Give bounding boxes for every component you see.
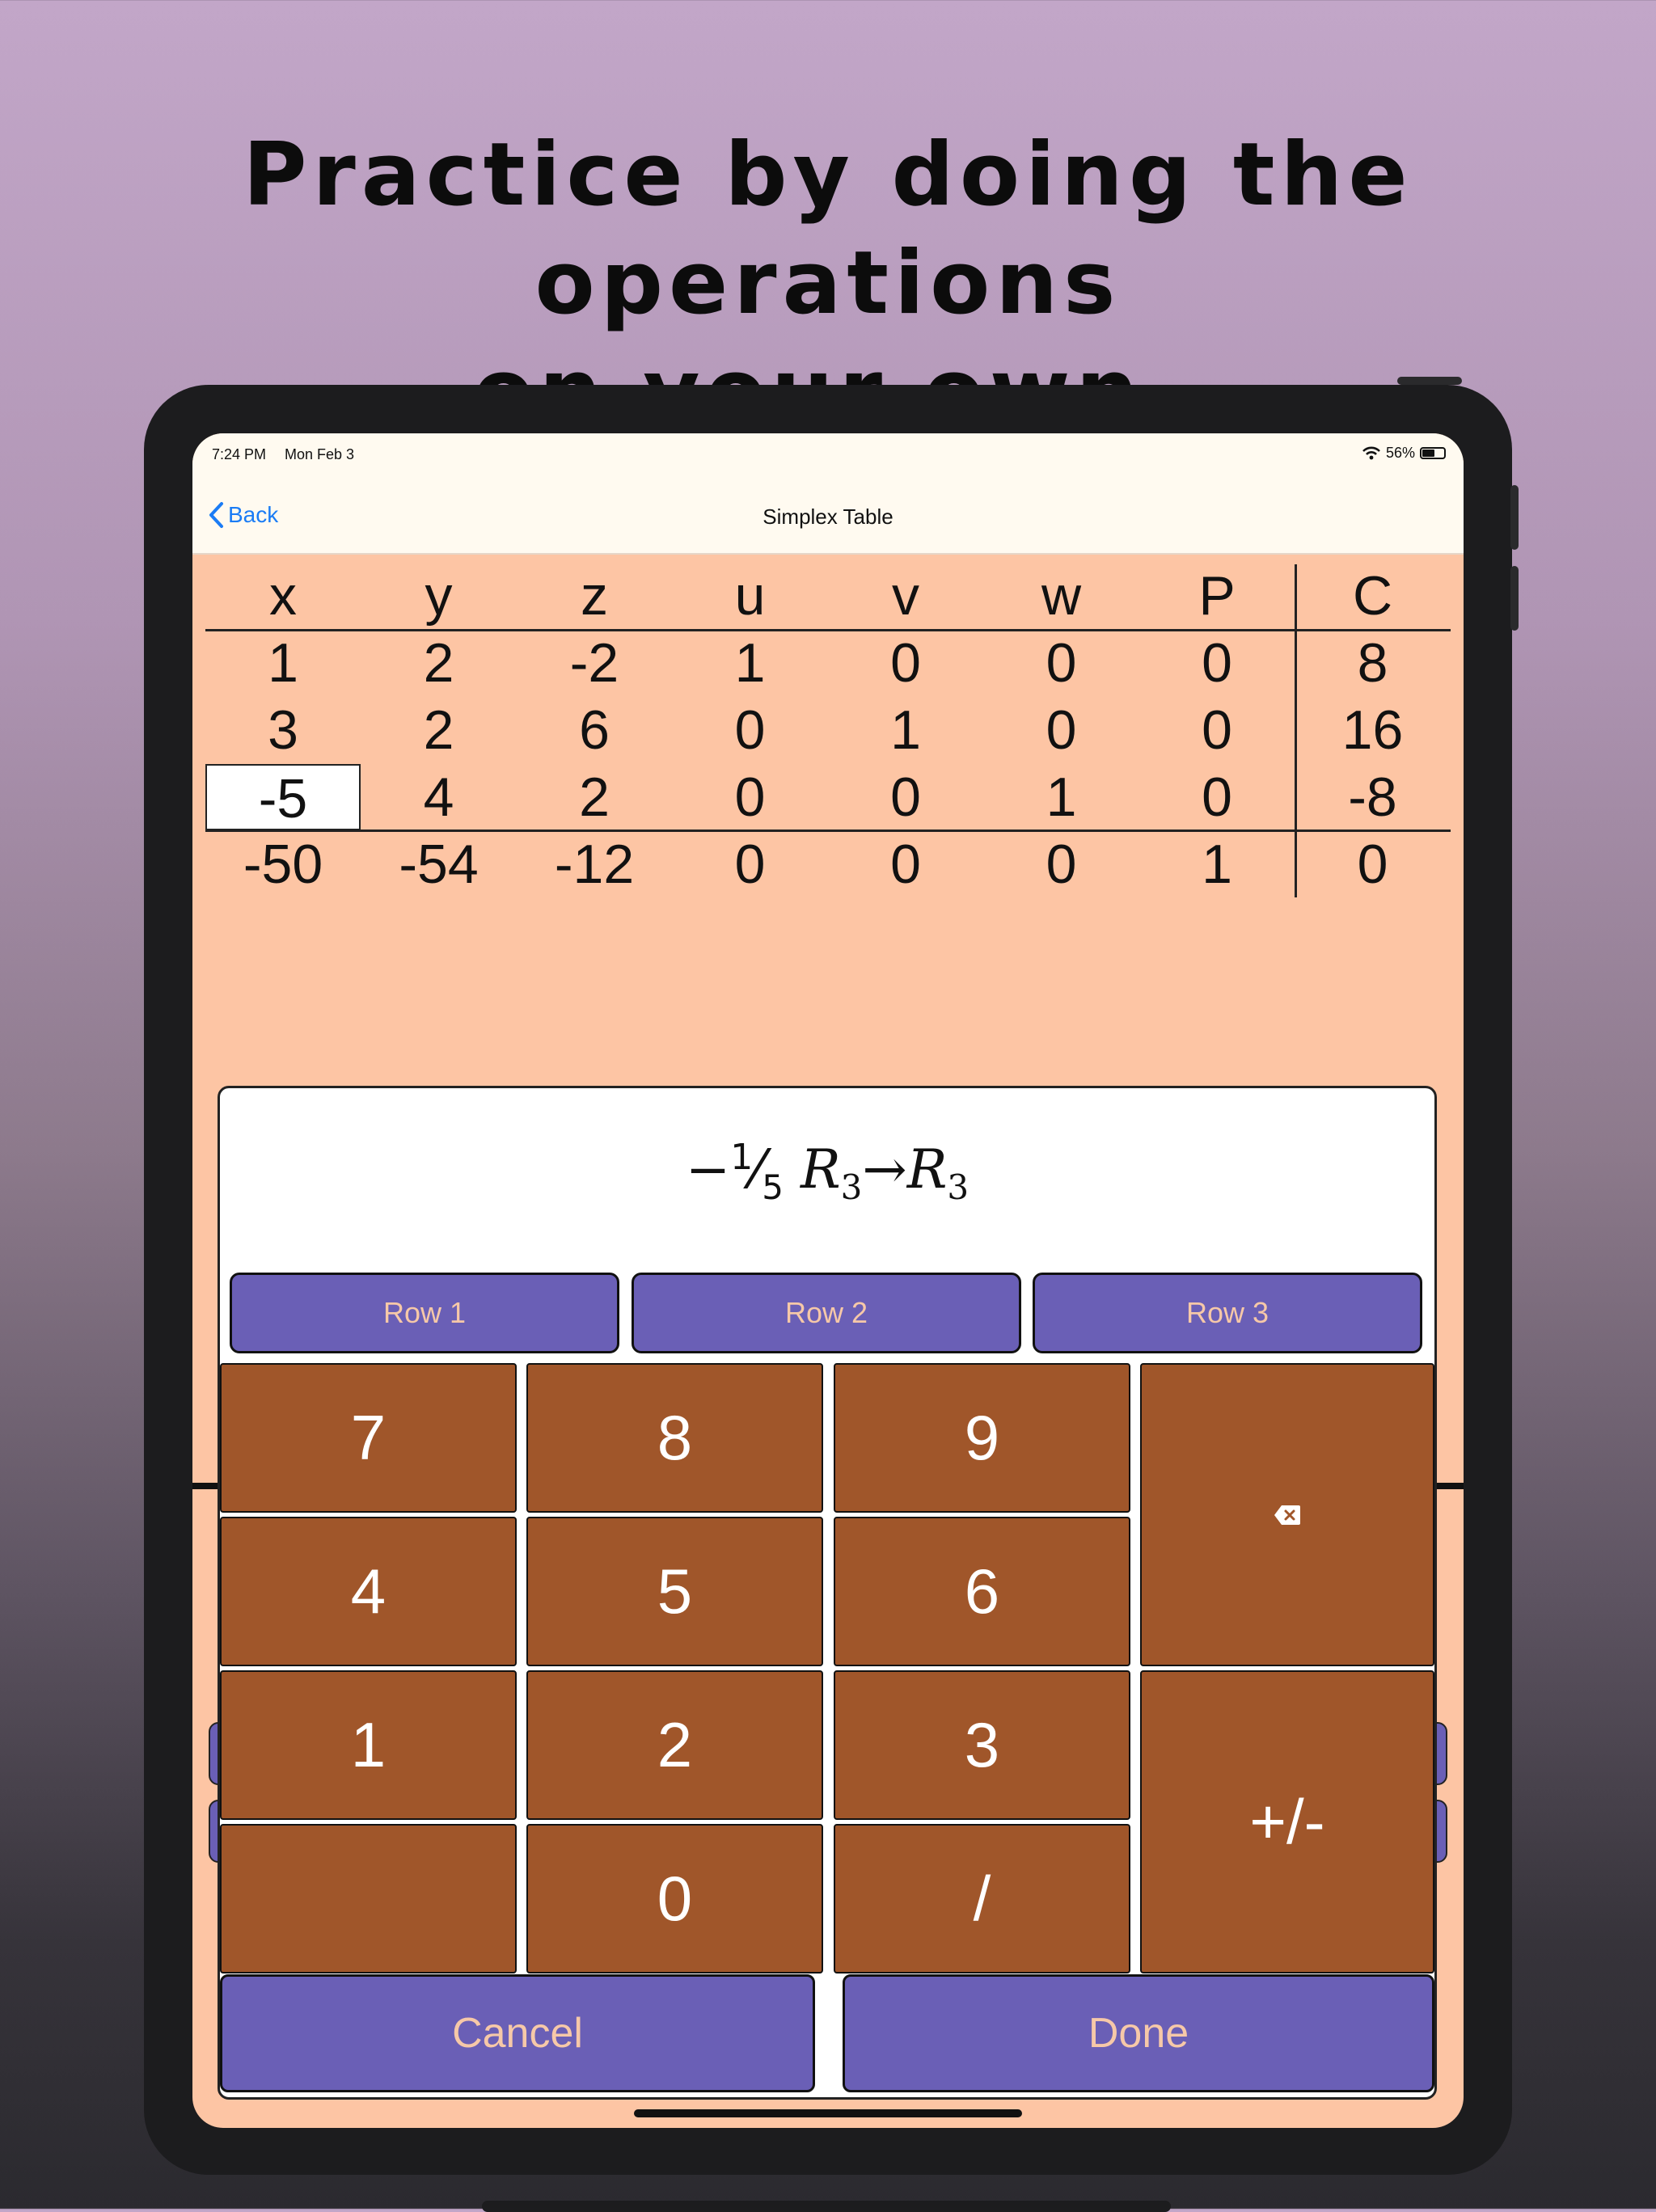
tableau-cell[interactable]: 0 [1295,831,1451,897]
tableau-cell[interactable]: 1 [205,630,361,696]
row-1-button[interactable]: Row 1 [230,1273,619,1353]
home-indicator [634,2109,1022,2117]
tableau-cell[interactable]: 0 [1139,697,1295,763]
tableau-cell[interactable]: 2 [517,764,672,830]
operation-formula: −1⁄5 R3→R3 [220,1137,1434,1207]
tableau-cell[interactable]: -8 [1295,764,1451,830]
tableau-header-3: u [734,565,766,627]
tableau-cell[interactable]: 1 [828,697,983,763]
formula-target-sub: 3 [947,1167,970,1208]
tableau-cell[interactable]: 0 [828,764,983,830]
tableau-cell[interactable]: -12 [517,831,672,897]
key-3[interactable]: 3 [834,1670,1130,1820]
tableau-cell[interactable]: 0 [1139,630,1295,696]
status-date: Mon Feb 3 [285,446,355,462]
page-title: Simplex Table [763,504,893,529]
underlying-bar-left [192,1483,218,1489]
tableau-cell[interactable]: 0 [828,831,983,897]
tableau-cell[interactable]: 16 [1295,697,1451,763]
tableau-cell[interactable]: 1 [984,764,1139,830]
key-4[interactable]: 4 [220,1517,517,1666]
battery-icon [1420,447,1446,459]
tableau-cell[interactable]: 0 [1139,764,1295,830]
formula-target-var: R [906,1138,948,1201]
key-5[interactable]: 5 [526,1517,823,1666]
constants-divider [1294,564,1297,897]
navigation-bar: Back Simplex Table [192,480,1464,555]
row-operation-panel: −1⁄5 R3→R3 Row 1 Row 2 Row 3 7 8 9 4 5 6… [218,1086,1437,2100]
tableau-cell[interactable]: -54 [361,831,517,897]
tableau-cell[interactable]: -50 [205,831,361,897]
tableau-cell[interactable]: 2 [361,630,517,696]
device-bottom-edge [482,2201,1171,2212]
tableau-cell[interactable]: 0 [673,697,828,763]
blank-key[interactable] [220,1824,517,1973]
tableau-cell[interactable]: 2 [361,697,517,763]
formula-denominator: 5 [762,1167,784,1208]
tableau-cell[interactable]: 0 [828,630,983,696]
slash-key[interactable]: / [834,1824,1130,1973]
backspace-key[interactable] [1140,1363,1434,1666]
tableau-cell-selected[interactable]: -5 [205,764,361,830]
objective-divider [205,830,1451,832]
plus-minus-key[interactable]: +/- [1140,1670,1434,1973]
tableau-cell[interactable]: 1 [673,630,828,696]
tableau-cell[interactable]: 0 [673,764,828,830]
tableau-cell[interactable]: -2 [517,630,672,696]
caption-line-1: Practice by doing the operations [243,125,1413,334]
status-right: 56% [1362,445,1446,462]
key-0[interactable]: 0 [526,1824,823,1973]
tableau-cell[interactable]: 3 [205,697,361,763]
tableau-cell[interactable]: 6 [517,697,672,763]
formula-row-var: R [800,1138,841,1201]
formula-numerator: 1 [730,1137,754,1178]
key-9[interactable]: 9 [834,1363,1130,1513]
key-7[interactable]: 7 [220,1363,517,1513]
top-button [1397,377,1462,385]
tableau-header-0: x [269,565,297,627]
tableau-cell[interactable]: 8 [1295,630,1451,696]
volume-down-button [1510,566,1519,631]
tableau-header-7: C [1352,565,1393,627]
tableau-cell[interactable]: 0 [984,697,1139,763]
row-2-button[interactable]: Row 2 [632,1273,1021,1353]
wifi-icon [1362,446,1380,459]
done-button[interactable]: Done [843,1974,1434,2092]
delete-backward-icon [1274,1505,1300,1525]
formula-row-sub: 3 [840,1167,863,1208]
tableau-cell[interactable]: 0 [984,630,1139,696]
simplex-tableau: x y z u v w P C 1 2 -2 1 0 0 0 8 3 2 6 0 1 0 0 16 -5 4 2 0 0 1 0 -8 -50-… [205,555,1451,927]
tableau-header-5: w [1041,565,1082,627]
key-2[interactable]: 2 [526,1670,823,1820]
formula-sign: − [685,1138,731,1201]
tableau-header-1: y [425,565,453,627]
tableau-cell[interactable]: 4 [361,764,517,830]
battery-percent: 56% [1385,445,1415,461]
key-8[interactable]: 8 [526,1363,823,1513]
row-3-button[interactable]: Row 3 [1033,1273,1422,1353]
tableau-cell[interactable]: 1 [1139,831,1295,897]
underlying-bar-right [1437,1483,1464,1489]
formula-arrow: → [862,1138,907,1201]
app-screen: 7:24 PM Mon Feb 3 56% Back Simplex Table… [192,433,1464,2128]
tableau-header-6: P [1198,565,1236,627]
tableau-header-4: v [892,565,919,627]
status-time: 7:24 PM [212,446,267,462]
key-1[interactable]: 1 [220,1670,517,1820]
tableau-cell[interactable]: 0 [984,831,1139,897]
volume-up-button [1510,485,1519,550]
tableau-cell[interactable]: 0 [673,831,828,897]
key-6[interactable]: 6 [834,1517,1130,1666]
cancel-button[interactable]: Cancel [220,1974,815,2092]
formula-fraction: 1⁄5 [730,1137,784,1208]
header-divider [205,629,1451,631]
status-bar: 7:24 PM Mon Feb 3 56% [192,433,1464,480]
tableau-header-2: z [581,565,608,627]
